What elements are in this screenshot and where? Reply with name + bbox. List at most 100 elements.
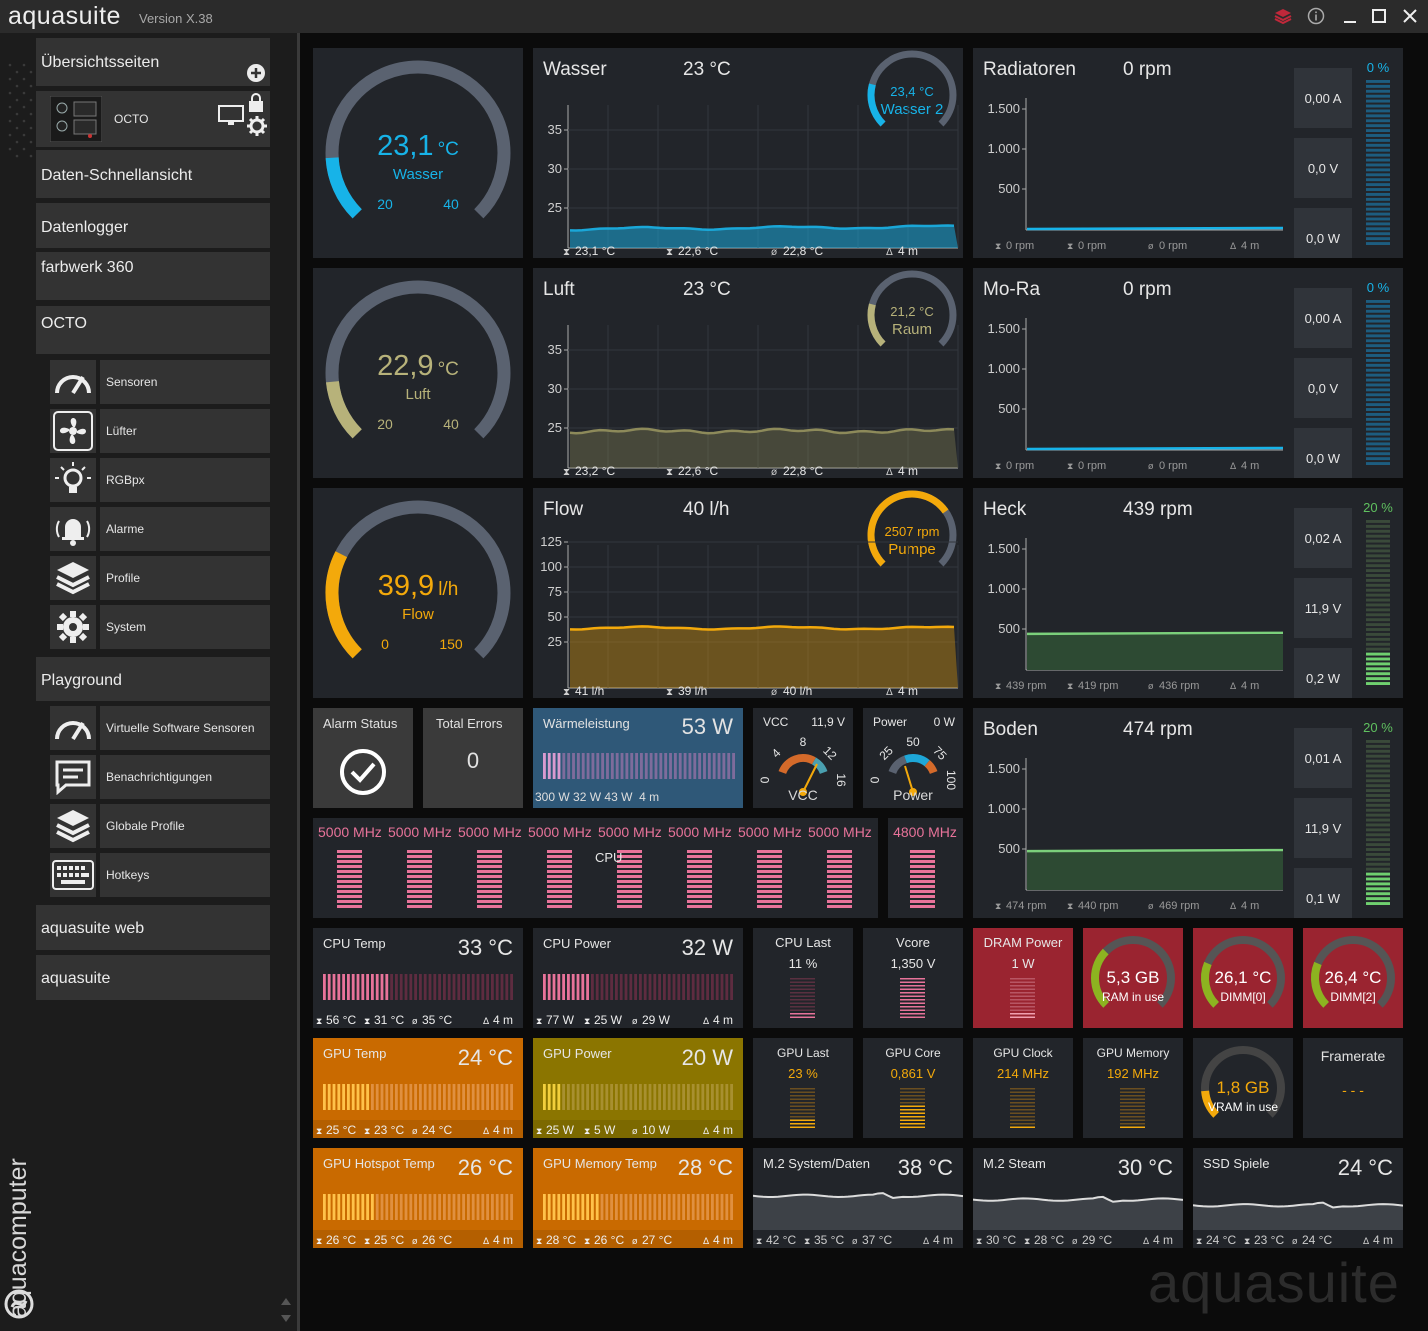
sidebar-item-profile[interactable]: Profile xyxy=(100,556,270,600)
cpu-power-tile[interactable]: CPU Power 32 W ⧗ 77 W ⧗ 25 W ø 29 W Δ4 m xyxy=(533,928,743,1028)
gear-icon[interactable] xyxy=(50,605,96,649)
dimm2-temp-tile[interactable]: 26,4 °C DIMM[2] xyxy=(1303,928,1403,1028)
chart-wasser[interactable]: Wasser 23 °C 23,4 °C Wasser 2 35 30 25 ⧗ 23,1 °C… xyxy=(533,48,963,258)
cpu-core-extra-tile[interactable]: 4800 MHz xyxy=(888,818,963,918)
bar-segment xyxy=(715,1194,719,1220)
chart-luft[interactable]: Luft 23 °C 21,2 °C Raum 35 30 25 ⧗ 23,2 °C ⧗ 22,6 … xyxy=(533,268,963,478)
speedometer-icon[interactable] xyxy=(50,706,96,750)
device-octo[interactable]: OCTO xyxy=(36,91,270,147)
keyboard-icon[interactable] xyxy=(50,853,96,897)
ring-value: 1,8 GB xyxy=(1217,1078,1270,1097)
sidebar-item-sensoren[interactable]: Sensoren xyxy=(100,360,270,404)
lock-icon[interactable] xyxy=(248,93,264,113)
sidebar-item-system[interactable]: System xyxy=(100,605,270,649)
tile-level-bar xyxy=(1120,1088,1145,1128)
bar-segment xyxy=(486,1084,489,1110)
info-icon[interactable] xyxy=(1303,4,1329,28)
bar-segment xyxy=(571,1084,575,1110)
gpu-power-tile[interactable]: GPU Power 20 W ⧗ 25 W ⧗ 5 W ø 10 W Δ4 m xyxy=(533,1038,743,1138)
cpu-cores-tile[interactable]: 5000 MHz 5000 MHz 5000 MHz 5000 MHz 5000 MHz… xyxy=(313,818,878,918)
fan-radiatoren[interactable]: Radiatoren 0 rpm 1.500 1.000 500 ⧗ 0 rpm ⧗ 0 rpm… xyxy=(973,48,1403,258)
m2-steam-tile[interactable]: M.2 Steam 30 °C ⧗ 30 °C ⧗ 28 °C ø 29 °C Δ 4 m xyxy=(973,1148,1183,1248)
alarm-status-tile[interactable]: Alarm Status xyxy=(313,708,413,808)
stat-value: 35 °C xyxy=(814,1233,844,1247)
sidebar-item-alarme[interactable]: Alarme xyxy=(100,507,270,551)
nav-aquasuite[interactable]: aquasuite xyxy=(36,955,270,1000)
layers-stack-icon[interactable] xyxy=(50,556,96,600)
dimm0-temp-tile[interactable]: 26,1 °C DIMM[0] xyxy=(1193,928,1293,1028)
gauge-flow[interactable]: 39,9 l/h Flow 0 150 xyxy=(313,488,523,698)
nav-data-quickview[interactable]: Daten-Schnellansicht xyxy=(36,150,270,198)
bar-segment xyxy=(327,1194,331,1220)
nav-overview[interactable]: Übersichtsseiten xyxy=(36,38,270,86)
vram-in-use-tile[interactable]: 1,8 GB VRAM in use xyxy=(1193,1038,1293,1138)
heat-output-tile[interactable]: Wärmeleistung 53 W 300 W 32 W 43 W 4 m xyxy=(533,708,743,808)
gauge-value: 23,1 °C xyxy=(377,130,459,162)
bar-segment xyxy=(462,974,465,1000)
nav-datalogger[interactable]: Datenlogger xyxy=(36,203,270,248)
monitor-icon[interactable] xyxy=(218,105,244,127)
bar-segment xyxy=(576,753,580,779)
bar-segment xyxy=(438,1194,441,1220)
speedometer-icon[interactable] xyxy=(50,360,96,404)
gauge-luft[interactable]: 22,9 °C Luft 20 40 xyxy=(313,268,523,478)
lightbulb-icon[interactable] xyxy=(50,458,96,502)
fan-mora[interactable]: Mo-Ra 0 rpm 1.500 1.000 500 ⧗ 0 rpm ⧗ 0 rpm ø 0 rp… xyxy=(973,268,1403,478)
add-icon[interactable] xyxy=(246,63,266,83)
cpu-temp-tile[interactable]: CPU Temp 33 °C ⧗ 56 °C ⧗ 31 °C ø 35 °C Δ 4 m xyxy=(313,928,523,1028)
cpu-load-tile[interactable]: CPU Last 11 % xyxy=(753,928,853,1028)
sidebar-item-rgbpx[interactable]: RGBpx xyxy=(100,458,270,502)
fan-boden[interactable]: Boden 474 rpm 1.500 1.000 500 ⧗ 474 rpm ⧗ 440 rp… xyxy=(973,708,1403,918)
ssd-games-tile[interactable]: SSD Spiele 24 °C ⧗ 24 °C ⧗ 23 °C ø 24 °C Δ 4 m xyxy=(1193,1148,1403,1248)
bar-segment xyxy=(581,753,585,779)
gpu-load-tile[interactable]: GPU Last 23 % xyxy=(753,1038,853,1138)
nav-octo[interactable]: OCTO xyxy=(36,306,270,354)
bar-segment xyxy=(667,1084,671,1110)
vcc-gauge-tile[interactable]: VCC 11,9 V 0 4 8 12 16 VCC xyxy=(753,708,853,808)
nav-farbwerk[interactable]: farbwerk 360 xyxy=(36,252,270,300)
sidebar-item-global-profiles[interactable]: Globale Profile xyxy=(100,804,270,848)
nav-aquasuite-web[interactable]: aquasuite web xyxy=(36,905,270,950)
chart-flow[interactable]: Flow 40 l/h 2507 rpm Pumpe 125 100 75 50 25 ⧗ 41 l… xyxy=(533,488,963,698)
scroll-arrows-icon[interactable] xyxy=(280,1295,292,1325)
bar-segment xyxy=(567,1194,570,1220)
bar-segment xyxy=(467,1084,470,1110)
bar-segment xyxy=(653,974,657,1000)
gpu-core-voltage-tile[interactable]: GPU Core 0,861 V xyxy=(863,1038,963,1138)
stat-icon: ø xyxy=(1148,242,1154,252)
vcore-tile[interactable]: Vcore 1,350 V xyxy=(863,928,963,1028)
sidebar-item-notifications[interactable]: Benachrichtigungen xyxy=(100,755,270,799)
bar-segment xyxy=(342,1194,345,1220)
gpu-memory-tile[interactable]: GPU Memory 192 MHz xyxy=(1083,1038,1183,1138)
close-icon[interactable] xyxy=(1397,4,1423,28)
nav-playground[interactable]: Playground xyxy=(36,657,270,701)
bar-segment xyxy=(477,905,502,908)
framerate-tile[interactable]: Framerate - - - xyxy=(1303,1038,1403,1138)
dram-power-tile[interactable]: DRAM Power 1 W xyxy=(973,928,1073,1028)
sidebar-item-luefter[interactable]: Lüfter xyxy=(100,409,270,453)
gauge-wasser[interactable]: 23,1 °C Wasser 20 40 xyxy=(313,48,523,258)
gpu-temp-tile[interactable]: GPU Temp 24 °C ⧗ 25 °C ⧗ 23 °C ø 24 °C Δ 4 m xyxy=(313,1038,523,1138)
bar-segment xyxy=(1366,417,1390,421)
fan-heck[interactable]: Heck 439 rpm 1.500 1.000 500 ⧗ 439 rpm ⧗ 419 rpm… xyxy=(973,488,1403,698)
gpu-memory-temp-tile[interactable]: GPU Memory Temp 28 °C ⧗ 28 °C ⧗ 26 °C ø 27 °C Δ 4… xyxy=(533,1148,743,1248)
alarm-bell-icon[interactable] xyxy=(50,507,96,551)
sidebar-item-virtual-sensors[interactable]: Virtuelle Software Sensoren xyxy=(100,706,270,750)
bar-segment xyxy=(467,974,470,1000)
power-gauge-tile[interactable]: Power 0 W 0 25 50 75 100 Power xyxy=(863,708,963,808)
total-errors-tile[interactable]: Total Errors 0 xyxy=(423,708,523,808)
layers-stack-icon[interactable] xyxy=(50,804,96,848)
bar-segment xyxy=(1366,373,1390,377)
device-settings-icon[interactable] xyxy=(247,116,267,136)
bar-segment xyxy=(910,870,935,873)
fan-icon[interactable] xyxy=(50,409,96,453)
layers-icon[interactable] xyxy=(1270,4,1296,28)
maximize-icon[interactable] xyxy=(1366,4,1392,28)
minimize-icon[interactable] xyxy=(1337,4,1363,28)
sidebar-item-hotkeys[interactable]: Hotkeys xyxy=(100,853,270,897)
m2-system-tile[interactable]: M.2 System/Daten 38 °C ⧗ 42 °C ⧗ 35 °C ø 37 °C Δ… xyxy=(753,1148,963,1248)
ram-in-use-tile[interactable]: 5,3 GB RAM in use xyxy=(1083,928,1183,1028)
gpu-hotspot-temp-tile[interactable]: GPU Hotspot Temp 26 °C ⧗ 26 °C ⧗ 25 °C ø 26 °C Δ… xyxy=(313,1148,523,1248)
message-icon[interactable] xyxy=(50,755,96,799)
gpu-clock-tile[interactable]: GPU Clock 214 MHz xyxy=(973,1038,1073,1138)
